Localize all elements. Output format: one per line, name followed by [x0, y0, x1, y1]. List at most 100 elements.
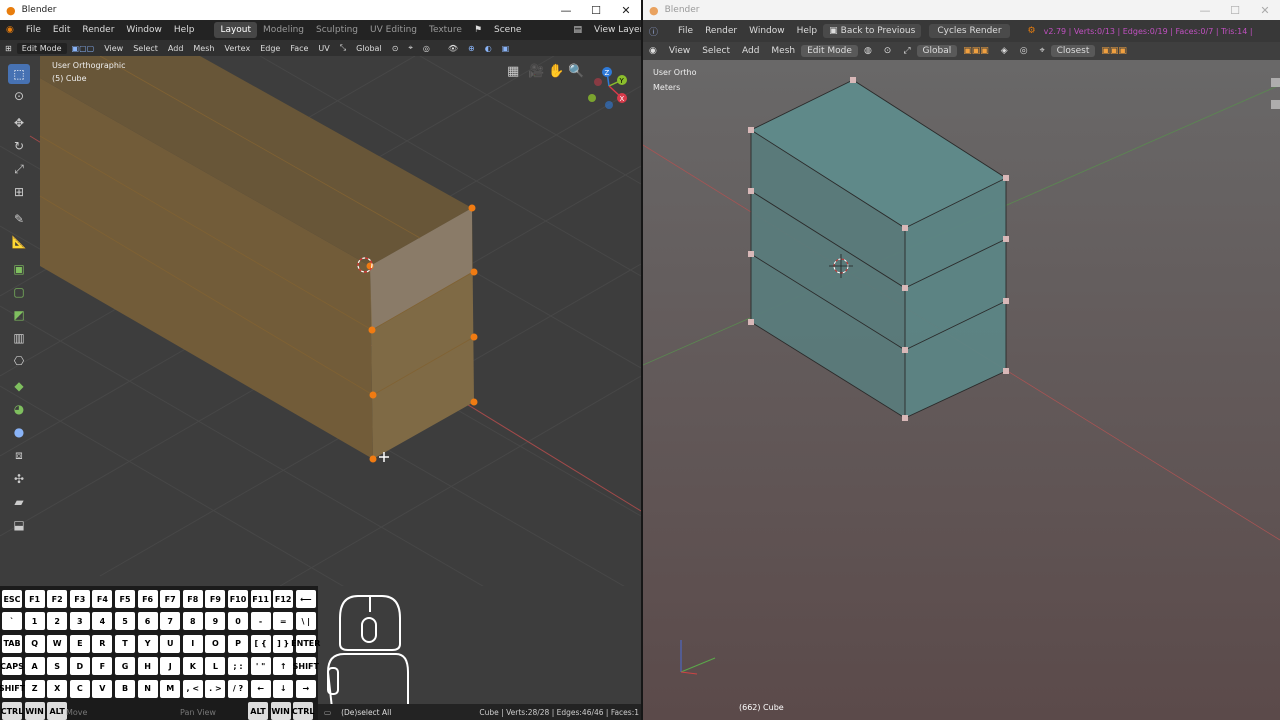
key-row3-5: T	[115, 634, 135, 653]
edge-slide-tool-icon[interactable]: ⧈	[8, 445, 30, 465]
menu-select[interactable]: Select	[128, 44, 163, 53]
menu-file-right[interactable]: File	[672, 26, 699, 36]
right-scene-stats: v2.79 | Verts:0/13 | Edges:0/19 | Faces:…	[1043, 26, 1253, 36]
move-tool-icon[interactable]: ✥	[8, 113, 30, 133]
rip-tool-icon[interactable]: ⬓	[8, 515, 30, 535]
editor-type-icon-right[interactable]: ◉	[643, 46, 663, 56]
annotate-tool-icon[interactable]: ✎	[8, 209, 30, 229]
menu-edit[interactable]: Edit	[47, 25, 76, 35]
tab-sculpting[interactable]: Sculpting	[310, 22, 364, 38]
toggle-camera-icon[interactable]: ▦	[507, 64, 519, 79]
editor-type-icon[interactable]: ⊞	[0, 44, 17, 53]
cursor-tool-icon[interactable]: ⊙	[8, 86, 30, 106]
orientation-dropdown-right[interactable]: Global	[916, 45, 958, 57]
tab-modeling[interactable]: Modeling	[257, 22, 310, 38]
transform-tool-icon[interactable]: ⊞	[8, 182, 30, 202]
menu-window-right[interactable]: Window	[743, 26, 791, 36]
menu-uv[interactable]: UV	[313, 44, 334, 53]
tab-uv-editing[interactable]: UV Editing	[364, 22, 423, 38]
select-box-tool[interactable]: ⬚	[8, 64, 30, 84]
minimize-button[interactable]: —	[551, 4, 581, 17]
knife-tool-icon[interactable]: ⎔	[8, 351, 30, 371]
toolshelf-toggle[interactable]	[1271, 78, 1280, 87]
tab-texture[interactable]: Texture	[423, 22, 468, 38]
menu-mesh-right[interactable]: Mesh	[765, 46, 801, 56]
key-row5-4: V	[92, 679, 113, 698]
menu-help-right[interactable]: Help	[791, 26, 824, 36]
left-viewport[interactable]	[0, 56, 641, 586]
key-row2-4: 4	[92, 612, 113, 631]
menu-face[interactable]: Face	[285, 44, 313, 53]
menu-select-right[interactable]: Select	[696, 46, 736, 56]
select-mode-icons-right[interactable]: ▣▣▣	[957, 46, 995, 56]
menu-help[interactable]: Help	[168, 25, 201, 35]
menu-window[interactable]: Window	[120, 25, 168, 35]
menu-add-right[interactable]: Add	[736, 46, 765, 56]
scene-selector[interactable]: Scene	[488, 25, 527, 35]
menu-file[interactable]: File	[20, 25, 47, 35]
proportional-icon[interactable]: ◎	[418, 44, 435, 53]
extrude-tool-icon[interactable]: ▣	[8, 259, 30, 279]
properties-toggle[interactable]	[1271, 100, 1280, 109]
pan-hand-icon[interactable]: ✋	[548, 64, 564, 79]
gizmo-toggle-icon[interactable]: ⊕	[463, 44, 480, 53]
bevel-tool-icon[interactable]: ◩	[8, 305, 30, 325]
snap-target-dropdown[interactable]: Closest	[1050, 45, 1096, 57]
pivot-icon[interactable]: ⊙	[387, 44, 404, 53]
camera-view-icon[interactable]: 🎥	[528, 64, 544, 79]
key-row4-0: CAPS	[0, 657, 24, 676]
occlude-icon[interactable]: ◈	[995, 46, 1014, 56]
snap-tools-icons[interactable]: ▣▣▣	[1095, 46, 1133, 56]
right-viewport[interactable]	[643, 60, 1280, 720]
manipulator-icon[interactable]: ⤢	[897, 46, 916, 56]
view-layer-selector[interactable]: View Layer	[588, 25, 641, 35]
key-row5-7: M	[160, 679, 181, 698]
minimize-button-right[interactable]: —	[1190, 4, 1220, 17]
close-button-right[interactable]: ✕	[1250, 4, 1280, 17]
poly-build-tool-icon[interactable]: ◆	[8, 376, 30, 396]
orientation-dropdown[interactable]: Global	[351, 44, 387, 53]
maximize-button-right[interactable]: ☐	[1220, 4, 1250, 17]
xray-toggle-icon[interactable]: ▣	[497, 44, 515, 53]
shrink-fatten-tool-icon[interactable]: ✣	[8, 469, 30, 489]
menu-render-right[interactable]: Render	[699, 26, 743, 36]
measure-tool-icon[interactable]: 📐	[8, 232, 30, 252]
visibility-icon[interactable]: 👁	[443, 44, 463, 53]
tab-layout[interactable]: Layout	[214, 22, 258, 38]
shading-icon[interactable]: ◍	[858, 46, 878, 56]
snap-toggle-icon[interactable]: ⌖	[1034, 46, 1051, 56]
navigation-gizmo[interactable]: Z Y X	[586, 64, 632, 110]
orientation-icon: ⤡	[339, 43, 347, 52]
menu-edge[interactable]: Edge	[255, 44, 285, 53]
blender-menu-icon[interactable]: ◉	[0, 25, 20, 35]
zoom-icon[interactable]: 🔍	[568, 64, 584, 79]
spin-tool-icon[interactable]: ◕	[8, 399, 30, 419]
menu-render[interactable]: Render	[76, 25, 120, 35]
rotate-tool-icon[interactable]: ↻	[8, 136, 30, 156]
key-row5-6: N	[137, 679, 158, 698]
render-engine-dropdown[interactable]: Cycles Render	[929, 24, 1010, 38]
select-mode-icons[interactable]: ▣▢▢	[67, 44, 100, 53]
back-to-previous-button[interactable]: ▣ Back to Previous	[823, 24, 922, 38]
mode-dropdown[interactable]: Edit Mode	[16, 42, 67, 54]
menu-view-right[interactable]: View	[663, 46, 696, 56]
menu-mesh[interactable]: Mesh	[188, 44, 219, 53]
maximize-button[interactable]: ☐	[581, 4, 611, 17]
proportional-icon-right[interactable]: ◎	[1014, 46, 1034, 56]
menu-vertex[interactable]: Vertex	[219, 44, 255, 53]
mode-dropdown-right[interactable]: Edit Mode	[801, 45, 858, 57]
scale-tool-icon[interactable]: ⤢	[8, 159, 30, 179]
key-row5-1: Z	[24, 679, 45, 698]
pivot-icon-right[interactable]: ⊙	[878, 46, 898, 56]
close-button[interactable]: ✕	[611, 4, 641, 17]
loop-cut-tool-icon[interactable]: ▥	[8, 328, 30, 348]
menu-add[interactable]: Add	[163, 44, 189, 53]
inset-tool-icon[interactable]: ▢	[8, 282, 30, 302]
menu-view[interactable]: View	[99, 44, 128, 53]
shear-tool-icon[interactable]: ▰	[8, 492, 30, 512]
key-row2-10: 0	[228, 612, 248, 631]
smooth-tool-icon[interactable]: ●	[8, 422, 30, 442]
snap-icon[interactable]: ⌖	[403, 43, 418, 53]
info-editor-icon[interactable]: ⓘ	[643, 25, 664, 38]
overlay-toggle-icon[interactable]: ◐	[480, 44, 497, 53]
